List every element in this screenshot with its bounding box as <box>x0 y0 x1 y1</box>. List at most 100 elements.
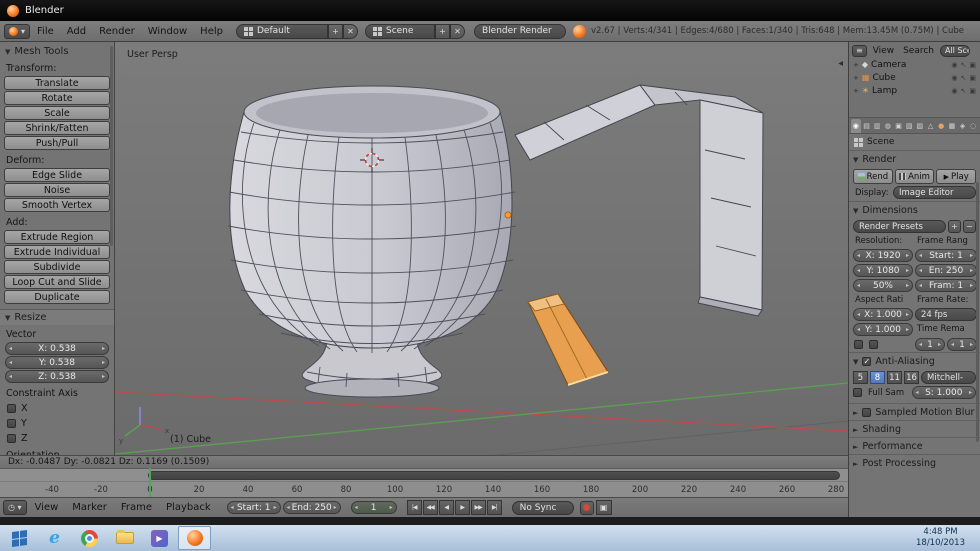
renderability-camera-icon[interactable]: ▣ <box>969 87 976 95</box>
border-checkbox[interactable] <box>854 340 863 349</box>
aa-samples-8-button[interactable]: 8 <box>870 371 885 384</box>
subdivide-button[interactable]: Subdivide <box>4 260 110 274</box>
time-remap-new-field[interactable]: ◂1▸ <box>947 338 977 351</box>
aa-filter-dropdown[interactable]: Mitchell- <box>921 371 976 384</box>
blender-splash-icon[interactable] <box>573 25 586 38</box>
scale-button[interactable]: Scale <box>4 106 110 120</box>
menu-window[interactable]: Window <box>142 26 193 37</box>
sampled-motion-blur-panel-header[interactable]: ► Sampled Motion Blur <box>849 403 980 420</box>
display-mode-dropdown[interactable]: Image Editor <box>893 186 976 199</box>
window-titlebar[interactable]: Blender <box>0 0 980 21</box>
tab-data-icon[interactable]: △ <box>926 119 936 133</box>
menu-file[interactable]: File <box>31 26 60 37</box>
outliner-item-lamp[interactable]: + ☀ Lamp ◉ ↖ ▣ <box>849 84 980 97</box>
remove-preset-button[interactable]: − <box>963 220 976 233</box>
timeline-editor-type-button[interactable]: ◷ ▾ <box>3 500 27 515</box>
constraint-z-row[interactable]: Z <box>0 431 114 446</box>
delete-layout-button[interactable]: ✕ <box>343 24 358 39</box>
tab-physics-icon[interactable]: ◌ <box>968 119 978 133</box>
timeline-frame-menu[interactable]: Frame <box>115 502 158 513</box>
selectability-cursor-icon[interactable]: ↖ <box>961 61 967 69</box>
translate-button[interactable]: Translate <box>4 76 110 90</box>
tab-constraints-icon[interactable]: ▧ <box>904 119 914 133</box>
anti-aliasing-checkbox[interactable] <box>862 357 871 366</box>
outliner-display-mode-dropdown[interactable]: All Scenes <box>940 45 970 57</box>
add-preset-button[interactable]: + <box>948 220 961 233</box>
expand-icon[interactable]: + <box>853 74 859 82</box>
jump-to-end-icon[interactable]: ▶| <box>487 500 502 515</box>
mesh-tools-panel-header[interactable]: ▼ Mesh Tools <box>0 44 114 59</box>
render-animation-button[interactable]: Anim <box>895 169 935 184</box>
increment-icon[interactable]: ▸ <box>102 345 105 352</box>
smooth-vertex-button[interactable]: Smooth Vertex <box>4 198 110 212</box>
renderability-camera-icon[interactable]: ▣ <box>969 61 976 69</box>
timeline-scrollbar[interactable] <box>148 471 840 480</box>
timeline-playhead[interactable] <box>149 468 151 497</box>
visibility-eye-icon[interactable]: ◉ <box>951 74 957 82</box>
expand-icon[interactable]: + <box>853 87 859 95</box>
visibility-eye-icon[interactable]: ◉ <box>951 87 957 95</box>
tab-render-layers-icon[interactable]: ▤ <box>862 119 872 133</box>
start-button[interactable] <box>3 526 36 550</box>
region-toggle-icon[interactable]: ◂ <box>838 58 843 69</box>
delete-scene-button[interactable]: ✕ <box>450 24 465 39</box>
layout-dropdown[interactable]: Default <box>236 24 328 39</box>
scene-dropdown[interactable]: Scene <box>365 24 435 39</box>
aa-samples-16-button[interactable]: 16 <box>904 371 919 384</box>
crop-checkbox[interactable] <box>869 340 878 349</box>
current-frame-field[interactable]: ◂1▸ <box>351 501 397 514</box>
shading-panel-header[interactable]: ► Shading <box>849 420 980 437</box>
full-sample-row[interactable]: Full Sam <box>853 387 910 399</box>
aspect-x-field[interactable]: ◂X: 1.000▸ <box>853 308 913 321</box>
resize-z-field[interactable]: ◂ Z: 0.538 ▸ <box>5 370 109 383</box>
frame-start-field[interactable]: ◂Start: 1▸ <box>915 249 977 262</box>
jump-to-start-icon[interactable]: |◀ <box>407 500 422 515</box>
resolution-y-field[interactable]: ◂Y: 1080▸ <box>853 264 913 277</box>
tab-texture-icon[interactable]: ▦ <box>947 119 957 133</box>
frame-rate-dropdown[interactable]: 24 fps <box>915 308 977 321</box>
aa-samples-11-button[interactable]: 11 <box>887 371 902 384</box>
anti-aliasing-panel-header[interactable]: ▼ Anti-Aliasing <box>849 352 980 369</box>
tool-shelf-scrollbar[interactable] <box>110 46 113 246</box>
outliner-search-menu[interactable]: Search <box>900 46 937 56</box>
tab-render-icon[interactable]: ◉ <box>851 119 861 133</box>
loop-cut-button[interactable]: Loop Cut and Slide <box>4 275 110 289</box>
checkbox-icon[interactable] <box>7 434 16 443</box>
performance-panel-header[interactable]: ► Performance <box>849 437 980 454</box>
tab-object-icon[interactable]: ▣ <box>894 119 904 133</box>
increment-icon[interactable]: ▸ <box>102 373 105 380</box>
render-engine-dropdown[interactable]: Blender Render <box>474 24 566 39</box>
system-clock[interactable]: 4:48 PM 18/10/2013 <box>916 527 977 549</box>
full-sample-checkbox[interactable] <box>853 388 862 397</box>
resize-x-field[interactable]: ◂ X: 0.538 ▸ <box>5 342 109 355</box>
tab-material-icon[interactable]: ● <box>936 119 946 133</box>
keying-camera-icon[interactable]: ▣ <box>596 500 612 515</box>
outliner-item-cube[interactable]: + ▦ Cube ◉ ↖ ▣ <box>849 71 980 84</box>
frame-current-field[interactable]: ◂Fram: 1▸ <box>915 279 977 292</box>
outliner-view-menu[interactable]: View <box>870 46 897 56</box>
duplicate-button[interactable]: Duplicate <box>4 290 110 304</box>
add-scene-button[interactable]: + <box>435 24 450 39</box>
resolution-x-field[interactable]: ◂X: 1920▸ <box>853 249 913 262</box>
renderability-camera-icon[interactable]: ▣ <box>969 74 976 82</box>
outliner-editor-type-button[interactable]: ≡ <box>852 45 867 57</box>
menu-help[interactable]: Help <box>194 26 229 37</box>
play-rendered-button[interactable]: ▶ Play <box>936 169 976 184</box>
checkbox-icon[interactable] <box>7 419 16 428</box>
timeline-start-field[interactable]: ◂Start: 1▸ <box>227 501 281 514</box>
timeline-playback-menu[interactable]: Playback <box>160 502 217 513</box>
render-image-button[interactable]: Rend <box>853 169 893 184</box>
timeline-view-menu[interactable]: View <box>29 502 65 513</box>
resize-y-field[interactable]: ◂ Y: 0.538 ▸ <box>5 356 109 369</box>
selectability-cursor-icon[interactable]: ↖ <box>961 87 967 95</box>
chrome-button[interactable] <box>73 526 106 550</box>
motion-blur-checkbox[interactable] <box>862 408 871 417</box>
play-reverse-icon[interactable]: ◀ <box>439 500 454 515</box>
selectability-cursor-icon[interactable]: ↖ <box>961 74 967 82</box>
timeline-ruler[interactable]: -40 -20 0 20 40 60 80 100 120 140 160 18… <box>0 481 848 497</box>
viewport-3d[interactable]: x y User Persp (1) Cube ◂ <box>115 42 848 455</box>
time-remap-old-field[interactable]: ◂1▸ <box>915 338 945 351</box>
push-pull-button[interactable]: Push/Pull <box>4 136 110 150</box>
outliner-item-camera[interactable]: + ◆ Camera ◉ ↖ ▣ <box>849 58 980 71</box>
play-icon[interactable]: ▶ <box>455 500 470 515</box>
